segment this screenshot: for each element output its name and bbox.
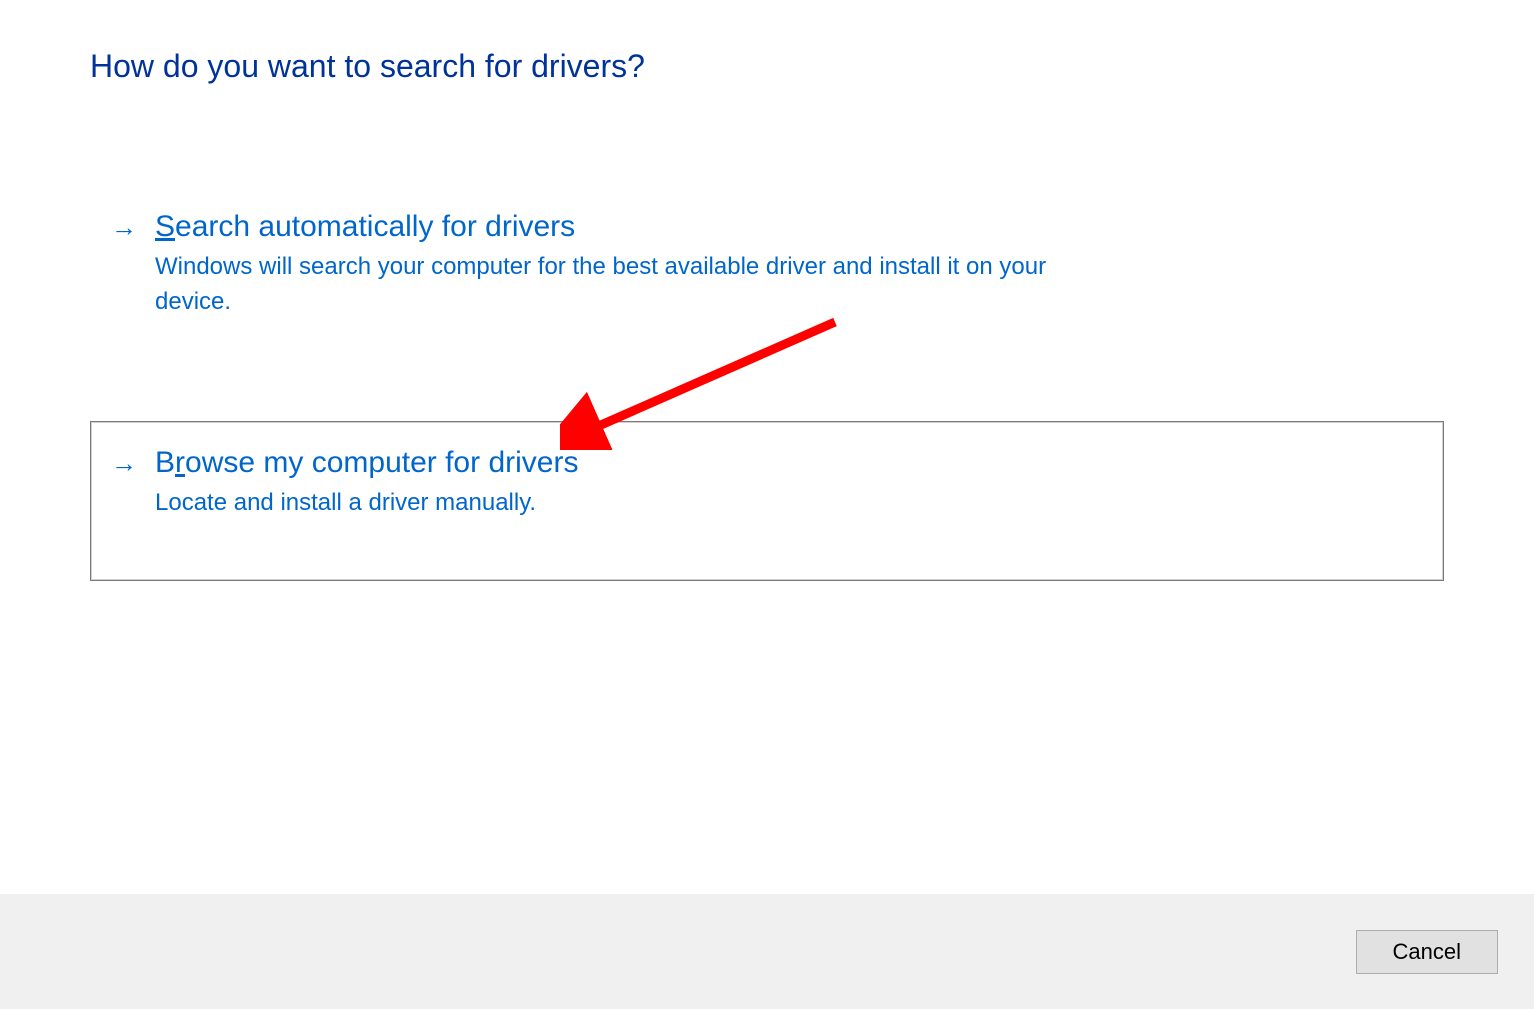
page-title: How do you want to search for drivers? — [90, 48, 1444, 85]
arrow-right-icon: → — [111, 212, 137, 243]
option-title: Search automatically for drivers — [155, 210, 1423, 244]
option-text: Search automatically for drivers Windows… — [155, 210, 1423, 320]
option-title: Browse my computer for drivers — [155, 446, 1423, 480]
option-search-automatically[interactable]: → Search automatically for drivers Windo… — [90, 185, 1444, 351]
dialog-content: How do you want to search for drivers? →… — [0, 0, 1534, 581]
arrow-right-icon: → — [111, 448, 137, 479]
cancel-button[interactable]: Cancel — [1356, 930, 1498, 974]
option-description: Locate and install a driver manually. — [155, 486, 1105, 521]
option-text: Browse my computer for drivers Locate an… — [155, 446, 1423, 521]
dialog-footer: Cancel — [0, 894, 1534, 1009]
option-description: Windows will search your computer for th… — [155, 250, 1105, 320]
option-browse-computer[interactable]: → Browse my computer for drivers Locate … — [90, 421, 1444, 582]
